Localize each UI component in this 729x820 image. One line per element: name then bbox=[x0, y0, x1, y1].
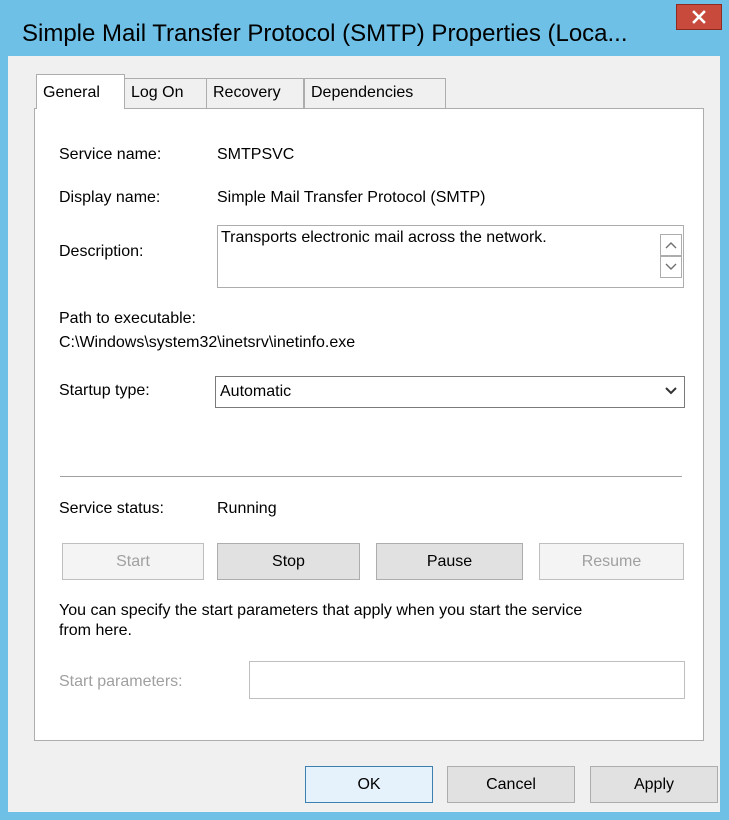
resume-button[interactable]: Resume bbox=[539, 543, 684, 580]
startup-type-label: Startup type: bbox=[59, 382, 150, 399]
service-name-value: SMTPSVC bbox=[217, 146, 295, 163]
ok-button[interactable]: OK bbox=[305, 766, 433, 803]
tab-dependencies[interactable]: Dependencies bbox=[304, 78, 446, 108]
tab-log-on[interactable]: Log On bbox=[124, 78, 207, 108]
description-text: Transports electronic mail across the ne… bbox=[221, 229, 547, 246]
tab-general-label: General bbox=[43, 84, 100, 101]
start-parameters-input[interactable] bbox=[249, 661, 685, 699]
description-label: Description: bbox=[59, 243, 144, 260]
path-value: C:\Windows\system32\inetsrv\inetinfo.exe bbox=[59, 334, 356, 351]
properties-dialog: Simple Mail Transfer Protocol (SMTP) Pro… bbox=[0, 0, 729, 820]
description-scroll-down-button[interactable] bbox=[660, 256, 682, 278]
description-textbox[interactable]: Transports electronic mail across the ne… bbox=[217, 225, 684, 288]
tab-dependencies-label: Dependencies bbox=[311, 84, 414, 101]
display-name-value: Simple Mail Transfer Protocol (SMTP) bbox=[217, 189, 486, 206]
general-tab-panel: Service name: SMTPSVC Display name: Simp… bbox=[34, 108, 704, 741]
title-bar[interactable]: Simple Mail Transfer Protocol (SMTP) Pro… bbox=[0, 0, 729, 56]
description-scroll-up-button[interactable] bbox=[660, 234, 682, 256]
chevron-up-icon bbox=[665, 242, 677, 249]
stop-button[interactable]: Stop bbox=[217, 543, 360, 580]
cancel-button[interactable]: Cancel bbox=[447, 766, 575, 803]
tab-recovery[interactable]: Recovery bbox=[206, 78, 304, 108]
pause-button[interactable]: Pause bbox=[376, 543, 523, 580]
divider bbox=[60, 476, 682, 477]
service-name-label: Service name: bbox=[59, 146, 162, 163]
service-status-label: Service status: bbox=[59, 500, 164, 517]
chevron-down-icon bbox=[665, 263, 677, 270]
startup-type-select[interactable]: Automatic bbox=[215, 376, 685, 408]
start-parameters-hint-line1: You can specify the start parameters tha… bbox=[59, 602, 583, 619]
close-button[interactable] bbox=[676, 4, 722, 30]
tab-log-on-label: Log On bbox=[131, 84, 184, 101]
close-icon bbox=[692, 10, 706, 24]
dialog-client-area: General Log On Recovery Dependencies Ser… bbox=[8, 56, 720, 812]
window-title: Simple Mail Transfer Protocol (SMTP) Pro… bbox=[22, 20, 628, 47]
apply-button[interactable]: Apply bbox=[590, 766, 718, 803]
tab-recovery-label: Recovery bbox=[213, 84, 281, 101]
start-parameters-hint-line2: from here. bbox=[59, 622, 132, 639]
path-label: Path to executable: bbox=[59, 310, 196, 327]
chevron-down-icon bbox=[665, 387, 677, 395]
display-name-label: Display name: bbox=[59, 189, 161, 206]
service-status-value: Running bbox=[217, 500, 277, 517]
startup-type-value: Automatic bbox=[220, 383, 292, 400]
start-parameters-label: Start parameters: bbox=[59, 673, 183, 690]
start-button[interactable]: Start bbox=[62, 543, 204, 580]
tab-general[interactable]: General bbox=[36, 74, 125, 109]
